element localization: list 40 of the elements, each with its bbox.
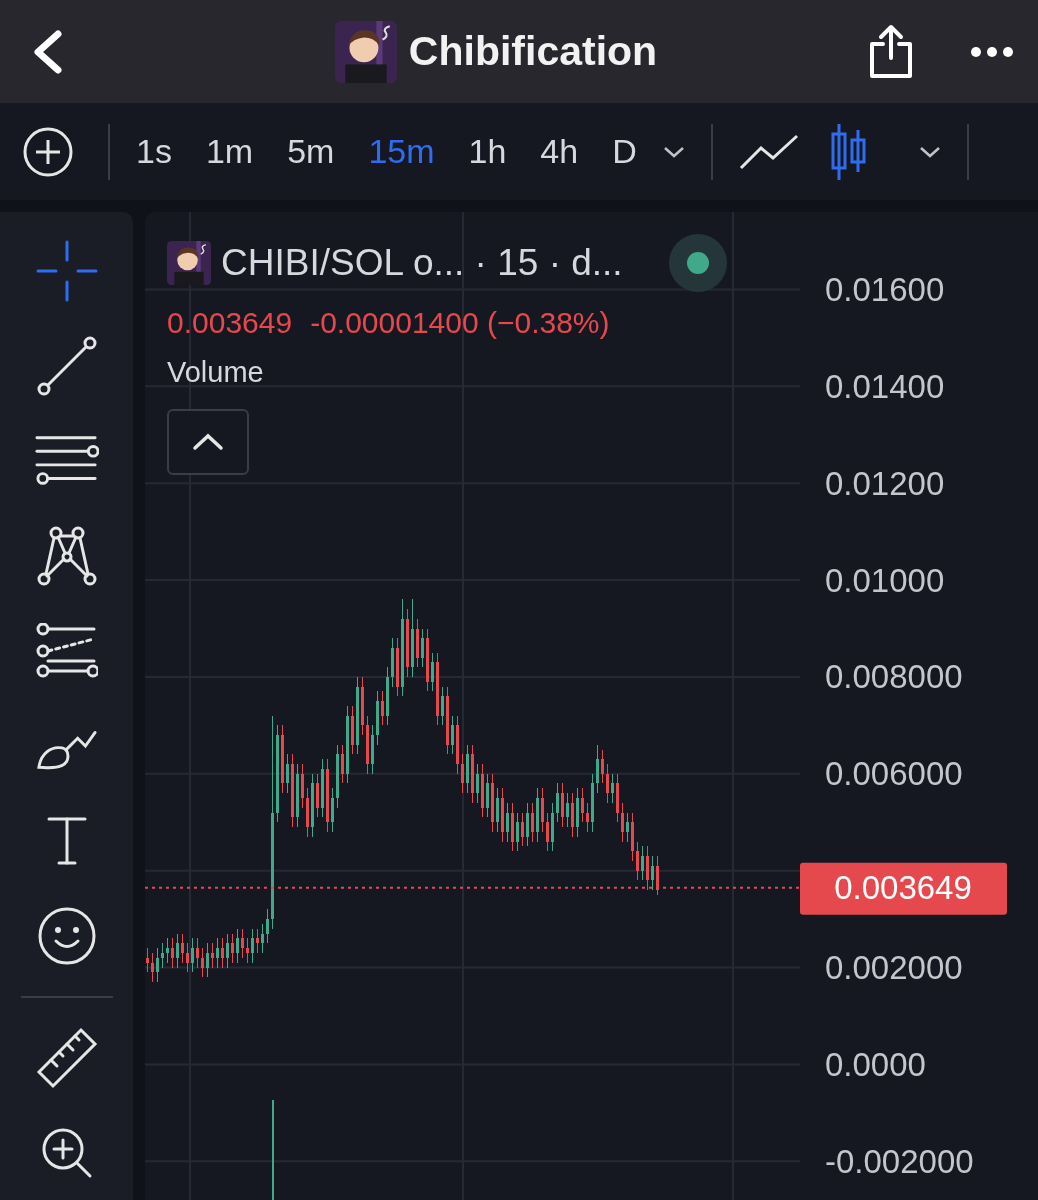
axis-label: 0.002000 xyxy=(825,949,963,987)
zoom-in-icon xyxy=(40,1127,93,1179)
drawing-tool-button[interactable] xyxy=(34,1027,99,1089)
trend-line-icon xyxy=(35,335,98,397)
chat-title: Chibification xyxy=(408,28,658,75)
axis-label: 0.01200 xyxy=(825,464,945,502)
indicator-label: Volume xyxy=(167,356,265,389)
axis-label: -0.002000 xyxy=(825,1142,974,1180)
axis-label: 0.01400 xyxy=(825,367,945,405)
interval-tab[interactable]: 1m xyxy=(205,132,254,171)
price-tag: 0.003649 xyxy=(800,862,1007,915)
axis-label: 0.008000 xyxy=(825,658,963,696)
interval-tab[interactable]: 4h xyxy=(540,132,579,171)
ref-line-label: 0.003649 xyxy=(834,869,972,907)
more-button[interactable] xyxy=(970,45,1014,58)
chevron-up-icon xyxy=(192,433,224,451)
axis-label: 0.0000 xyxy=(825,1045,926,1083)
interval-tab[interactable]: D xyxy=(612,132,637,171)
ruler-icon xyxy=(34,1026,99,1090)
add-button[interactable] xyxy=(22,125,74,178)
interval-dropdown[interactable] xyxy=(662,145,685,158)
axis-label: 0.01600 xyxy=(825,271,945,308)
chart-type-dropdown[interactable] xyxy=(918,145,941,158)
pattern-icon xyxy=(35,525,98,587)
share-button[interactable] xyxy=(868,23,914,80)
crosshair-icon xyxy=(35,240,98,302)
line-chart-button[interactable] xyxy=(738,133,799,170)
interval-tab[interactable]: 1s xyxy=(136,132,172,171)
interval-tab[interactable]: 5m xyxy=(287,132,335,171)
price-change: -0.00001400 (−0.38%) xyxy=(310,306,610,340)
status-dot xyxy=(686,252,709,274)
symbol-label: CHIBI/SOL o... · 15 · d... xyxy=(221,242,623,284)
last-price: 0.003649 xyxy=(167,306,293,340)
axis-label: 0.01000 xyxy=(825,561,945,599)
interval-tab[interactable]: 1h xyxy=(468,132,507,171)
smiley-icon xyxy=(36,906,97,966)
projection-icon xyxy=(35,623,98,679)
collapse-button[interactable] xyxy=(167,409,249,475)
interval-tab[interactable]: 15m xyxy=(368,132,435,171)
axis-label: 0.006000 xyxy=(825,755,963,793)
